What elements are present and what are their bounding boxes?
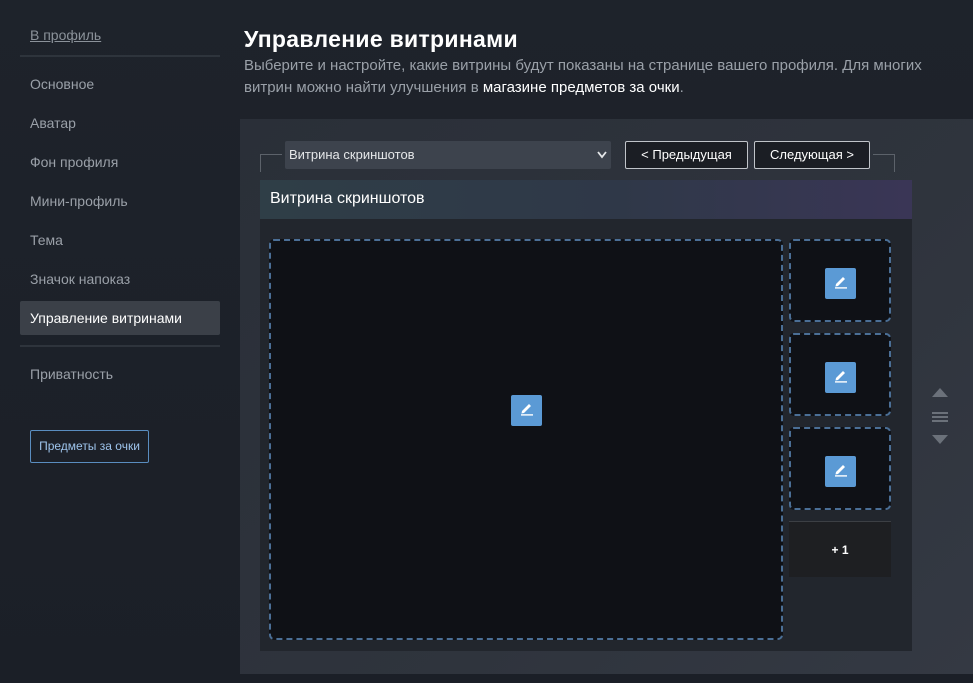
sidebar-item-badge[interactable]: Значок напоказ bbox=[20, 262, 220, 296]
page-description: Выберите и настройте, какие витрины буду… bbox=[244, 55, 944, 99]
edit-button[interactable] bbox=[825, 456, 856, 487]
frame-bracket-right bbox=[873, 154, 895, 172]
sidebar-divider bbox=[20, 345, 220, 347]
pencil-icon bbox=[832, 460, 850, 483]
reorder-controls bbox=[930, 386, 950, 453]
sidebar-item-background[interactable]: Фон профиля bbox=[20, 145, 220, 179]
sidebar-item-general[interactable]: Основное bbox=[20, 67, 220, 101]
next-button[interactable]: Следующая > bbox=[754, 141, 870, 169]
sidebar-item-showcases[interactable]: Управление витринами bbox=[20, 301, 220, 335]
edit-button[interactable] bbox=[825, 268, 856, 299]
points-shop-link[interactable]: магазине предметов за очки bbox=[483, 79, 680, 96]
edit-button[interactable] bbox=[825, 362, 856, 393]
chevron-down-icon bbox=[597, 141, 607, 179]
page-title: Управление витринами bbox=[244, 26, 518, 52]
extra-screenshots-count[interactable]: + 1 bbox=[789, 521, 891, 577]
sidebar-item-theme[interactable]: Тема bbox=[20, 223, 220, 257]
sidebar-divider bbox=[20, 55, 220, 57]
description-end: . bbox=[679, 79, 684, 96]
sidebar: В профиль Основное Аватар Фон профиля Ми… bbox=[0, 0, 230, 683]
drag-handle-icon[interactable] bbox=[932, 412, 948, 422]
showcase-title: Витрина скриншотов bbox=[260, 180, 912, 219]
arrow-up-icon[interactable] bbox=[932, 388, 948, 397]
pencil-icon bbox=[832, 272, 850, 295]
sidebar-item-avatar[interactable]: Аватар bbox=[20, 106, 220, 140]
arrow-down-icon[interactable] bbox=[932, 435, 948, 444]
pencil-icon bbox=[518, 399, 536, 422]
sidebar-item-privacy[interactable]: Приватность bbox=[20, 357, 220, 391]
main-edit-button[interactable] bbox=[511, 395, 542, 426]
points-shop-button[interactable]: Предметы за очки bbox=[30, 430, 149, 463]
pencil-icon bbox=[832, 366, 850, 389]
showcase-select-value: Витрина скриншотов bbox=[289, 147, 415, 162]
previous-button[interactable]: < Предыдущая bbox=[625, 141, 748, 169]
showcase-select[interactable]: Витрина скриншотов bbox=[285, 141, 611, 169]
frame-bracket-left bbox=[260, 154, 282, 172]
main-screenshot-slot[interactable] bbox=[269, 239, 783, 640]
back-to-profile-link[interactable]: В профиль bbox=[30, 27, 101, 43]
sidebar-item-mini-profile[interactable]: Мини-профиль bbox=[20, 184, 220, 218]
